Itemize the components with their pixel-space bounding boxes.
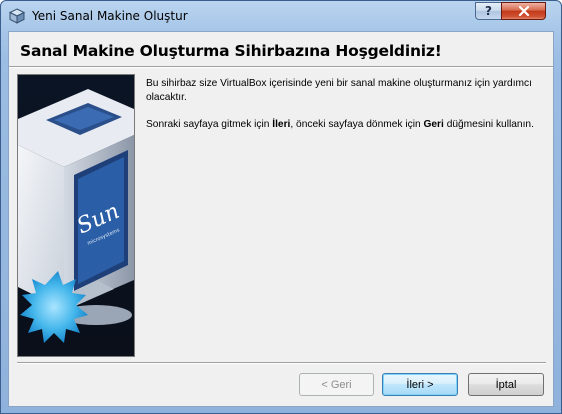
wizard-page: Sanal Makine Oluşturma Sihirbazına Hoşge… bbox=[8, 31, 554, 407]
virtualbox-app-icon bbox=[8, 8, 26, 24]
window-title: Yeni Sanal Makine Oluştur bbox=[32, 9, 188, 23]
page-title: Sanal Makine Oluşturma Sihirbazına Hoşge… bbox=[20, 42, 442, 60]
hint-text-2: , önceki sayfaya dönmek için bbox=[290, 119, 424, 130]
close-icon bbox=[518, 6, 529, 16]
virtualbox-monitor-illustration: Sun microsystems bbox=[18, 75, 134, 356]
cancel-button[interactable]: İptal bbox=[468, 373, 544, 396]
hint-text-1: Sonraki sayfaya gitmek için bbox=[146, 119, 273, 130]
title-bar[interactable]: Yeni Sanal Makine Oluştur ? bbox=[1, 1, 561, 31]
hint-next-word: İleri bbox=[272, 119, 291, 130]
close-button[interactable] bbox=[501, 2, 546, 20]
wizard-window: Yeni Sanal Makine Oluştur ? Sanal Makine… bbox=[0, 0, 562, 414]
hint-text-3: düğmesini kullanın. bbox=[443, 119, 534, 130]
hint-back-word: Geri bbox=[423, 119, 444, 130]
navigation-hint-paragraph: Sonraki sayfaya gitmek için İleri, öncek… bbox=[146, 118, 546, 132]
back-button[interactable]: < Geri bbox=[299, 373, 374, 396]
help-icon: ? bbox=[485, 4, 492, 18]
help-button[interactable]: ? bbox=[475, 2, 502, 20]
header-divider bbox=[9, 66, 553, 68]
footer-divider bbox=[17, 362, 546, 364]
wizard-side-image: Sun microsystems bbox=[17, 74, 135, 357]
intro-paragraph: Bu sihirbaz size VirtualBox içerisinde y… bbox=[146, 78, 532, 103]
next-button[interactable]: İleri > bbox=[382, 373, 458, 396]
